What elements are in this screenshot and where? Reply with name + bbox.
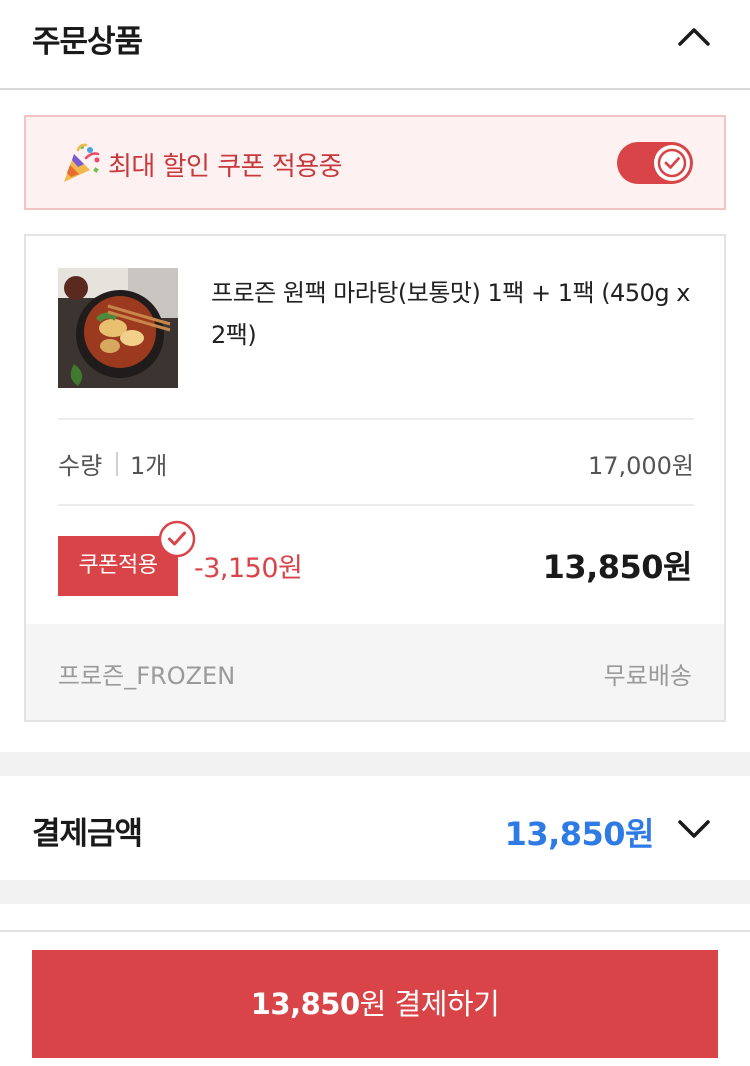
section-spacer [0, 752, 750, 776]
divider [58, 418, 694, 420]
payment-amount-row[interactable]: 결제금액 13,850원 [0, 776, 750, 880]
original-price: 17,000원 [587, 452, 694, 480]
coupon-banner: 최대 할인 쿠폰 적용중 [24, 115, 726, 210]
chevron-down-icon[interactable] [676, 810, 712, 846]
quantity-label: 수량 [58, 452, 103, 480]
shipping-info: 무료배송 [603, 662, 692, 690]
quantity-row: 수량 1개 17,000원 [58, 446, 694, 486]
final-price: 13,850원 [542, 548, 693, 586]
checkout-button[interactable]: 13,850원 결제하기 [32, 950, 718, 1058]
page-title: 주문상품 [32, 24, 143, 60]
coupon-banner-text: 최대 할인 쿠폰 적용중 [108, 152, 343, 182]
check-circle-icon [158, 520, 196, 558]
payment-amount: 13,850원 [504, 815, 655, 853]
checkout-bar: 13,850원 결제하기 [0, 930, 750, 1066]
payment-label: 결제금액 [32, 816, 143, 852]
checkout-label: 원 결제하기 [359, 987, 500, 1021]
order-items-header: 주문상품 [0, 0, 750, 90]
checkout-amount: 13,850 [250, 987, 360, 1021]
separator [116, 452, 118, 476]
seller-row: 프로즌_FROZEN 무료배송 [26, 624, 724, 720]
check-icon [657, 148, 687, 178]
divider [58, 504, 694, 506]
section-spacer [0, 880, 750, 904]
product-thumbnail[interactable] [58, 268, 178, 388]
discount-amount: -3,150원 [194, 553, 303, 584]
quantity-value: 1개 [130, 452, 168, 480]
product-card: 프로즌 원팩 마라탕(보통맛) 1팩 + 1팩 (450g x 2팩) 수량 1… [24, 234, 726, 722]
product-name: 프로즌 원팩 마라탕(보통맛) 1팩 + 1팩 (450g x 2팩) [211, 279, 690, 349]
coupon-toggle[interactable] [617, 142, 693, 184]
seller-name: 프로즌_FROZEN [58, 662, 236, 690]
toggle-knob [654, 145, 690, 181]
chevron-up-icon[interactable] [676, 18, 712, 54]
party-popper-icon [64, 143, 100, 182]
